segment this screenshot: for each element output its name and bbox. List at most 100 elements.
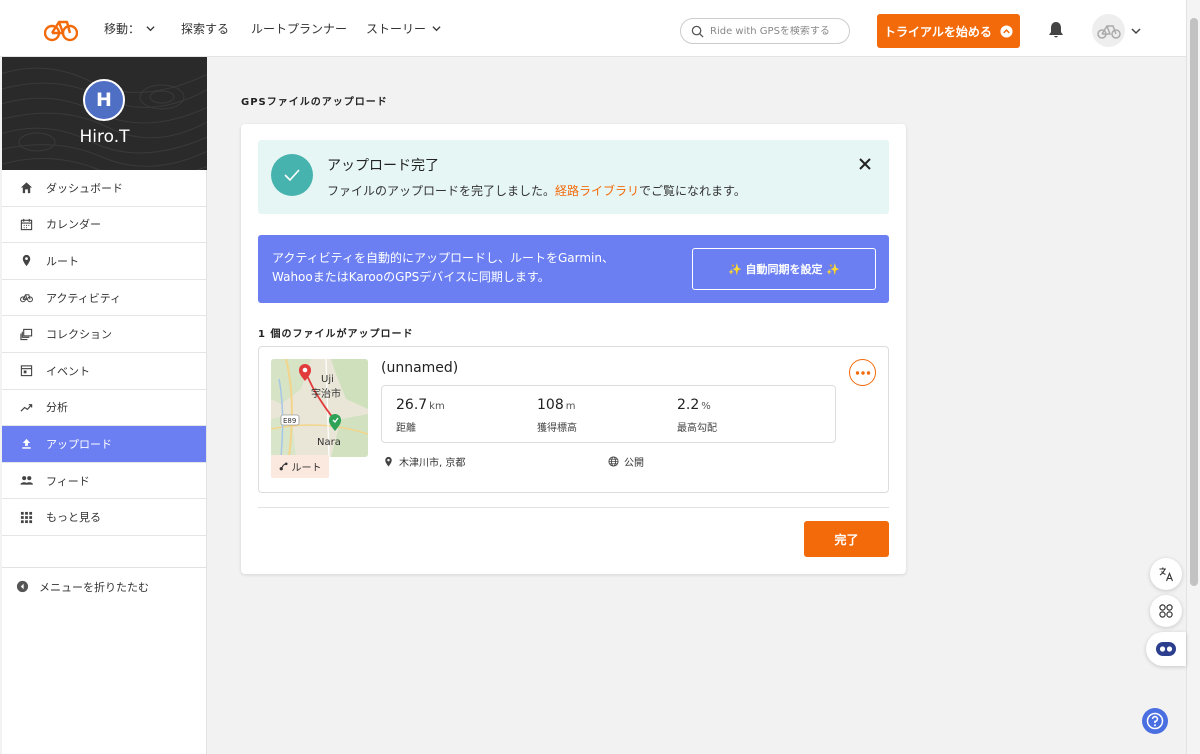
more-dots-icon xyxy=(855,370,870,375)
page-scrollbar[interactable] xyxy=(1186,0,1200,754)
apps-icon xyxy=(1159,604,1173,618)
chevron-down-icon xyxy=(432,26,441,32)
nav-stories-label: ストーリー xyxy=(366,22,427,36)
sidebar-item-upload[interactable]: アップロード xyxy=(2,426,206,463)
sidebar-item-feed[interactable]: フィード xyxy=(2,463,206,500)
page-title: GPSファイルのアップロード xyxy=(241,97,388,108)
search-input[interactable] xyxy=(710,25,845,37)
event-icon xyxy=(20,365,33,377)
divider xyxy=(258,507,889,508)
map-label-road: E89 xyxy=(283,417,296,425)
upload-card: アップロード完了 ファイルのアップロードを完了しました。経路ライブラリでご覧にな… xyxy=(241,124,906,574)
chevron-left-circle-icon xyxy=(16,580,29,593)
setup-auto-sync-button[interactable]: ✨ 自動同期を設定 ✨ xyxy=(692,248,876,290)
stat-grade-label: 最高勾配 xyxy=(677,423,717,434)
sidebar-item-more[interactable]: もっと見る xyxy=(2,499,206,536)
translate-button[interactable] xyxy=(1150,558,1182,590)
profile-avatar[interactable]: H xyxy=(83,79,125,121)
sidebar-item-label: フィード xyxy=(46,474,90,488)
sidebar-item-label: アップロード xyxy=(46,437,112,451)
upload-icon xyxy=(22,439,31,450)
upload-success-alert: アップロード完了 ファイルのアップロードを完了しました。経路ライブラリでご覧にな… xyxy=(258,140,889,214)
done-button[interactable]: 完了 xyxy=(804,521,889,557)
success-message-text-end: でご覧になれます。 xyxy=(639,184,746,198)
file-location-text: 木津川市, 京都 xyxy=(399,458,466,469)
user-avatar-menu[interactable] xyxy=(1092,14,1125,47)
route-type-tag: ルート xyxy=(271,455,329,478)
trend-icon xyxy=(20,403,33,412)
globe-icon xyxy=(608,456,619,467)
search-icon xyxy=(691,25,704,38)
file-visibility[interactable]: 公開 xyxy=(608,454,644,469)
search-box[interactable] xyxy=(680,18,850,44)
sidebar-item-dashboard[interactable]: ダッシュボード xyxy=(2,170,206,207)
stat-elevation-value: 108 xyxy=(537,397,564,413)
file-name[interactable]: (unnamed) xyxy=(381,360,458,376)
file-visibility-text: 公開 xyxy=(624,458,644,469)
success-title: アップロード完了 xyxy=(327,158,439,174)
success-message: ファイルのアップロードを完了しました。経路ライブラリでご覧になれます。 xyxy=(327,182,746,199)
route-icon xyxy=(279,462,288,471)
bell-icon[interactable] xyxy=(1046,20,1066,40)
success-message-text: ファイルのアップロードを完了しました。 xyxy=(327,184,556,198)
profile-header: H Hiro.T xyxy=(2,57,207,170)
route-map-thumbnail[interactable]: Uji 宇治市 E89 Nara xyxy=(271,359,368,457)
nav-explore[interactable]: 探索する xyxy=(181,0,229,57)
stat-distance-label: 距離 xyxy=(396,423,416,434)
sidebar-item-calendar[interactable]: カレンダー xyxy=(2,207,206,244)
promo-text-line: アクティビティを自動的にアップロードし、ルートをGarmin、 xyxy=(272,251,614,265)
sidebar-item-routes[interactable]: ルート xyxy=(2,243,206,280)
sidebar-item-events[interactable]: イベント xyxy=(2,353,206,390)
start-trial-label: トライアルを始める xyxy=(884,24,992,39)
stat-grade-value: 2.2 xyxy=(677,397,700,413)
map-label-nara: Nara xyxy=(317,437,341,448)
sidebar-item-label: ダッシュボード xyxy=(46,181,123,195)
map-label-uji-jp: 宇治市 xyxy=(311,387,341,400)
calendar-icon xyxy=(20,218,33,231)
top-navigation-bar: 移動： 探索する ルートプランナー ストーリー トライアルを始める xyxy=(0,0,1186,57)
map-preview: Uji 宇治市 E89 Nara xyxy=(271,359,368,457)
stat-distance-value: 26.7 xyxy=(396,397,428,413)
bike-icon xyxy=(20,294,33,303)
collapse-menu-button[interactable]: メニューを折りたたむ xyxy=(2,567,207,605)
apps-button[interactable] xyxy=(1150,595,1182,627)
sidebar-item-label: アクティビティ xyxy=(46,291,122,305)
collapse-menu-label: メニューを折りたたむ xyxy=(39,580,149,594)
stat-grade-unit: % xyxy=(701,401,711,412)
route-library-link[interactable]: 経路ライブラリ xyxy=(555,184,639,198)
profile-name[interactable]: Hiro.T xyxy=(2,127,207,147)
sidebar-item-collections[interactable]: コレクション xyxy=(2,316,206,353)
rwgps-logo-icon[interactable] xyxy=(44,16,78,42)
close-icon[interactable] xyxy=(857,156,873,172)
start-trial-button[interactable]: トライアルを始める xyxy=(877,14,1020,48)
nav-route-planner-label: ルートプランナー xyxy=(251,22,348,36)
more-options-button[interactable] xyxy=(849,359,876,386)
auto-sync-promo: アクティビティを自動的にアップロードし、ルートをGarmin、 Wahooまたは… xyxy=(258,235,889,303)
people-icon xyxy=(20,476,33,485)
scrollbar-thumb[interactable] xyxy=(1190,18,1198,586)
assistant-bot-button[interactable] xyxy=(1146,632,1186,666)
help-button[interactable] xyxy=(1142,708,1168,734)
map-pin-icon xyxy=(385,456,392,467)
nav-stories[interactable]: ストーリー xyxy=(366,0,441,57)
bot-face-icon xyxy=(1156,642,1176,656)
chevron-down-icon xyxy=(146,26,155,32)
stat-elevation-label: 獲得標高 xyxy=(537,423,577,434)
nav-route-planner[interactable]: ルートプランナー xyxy=(251,0,347,57)
stat-elevation-gain: 108 m 獲得標高 xyxy=(537,394,577,434)
sidebar-item-activities[interactable]: アクティビティ xyxy=(2,280,206,317)
nav-explore-label: 探索する xyxy=(181,22,230,36)
sidebar-item-label: もっと見る xyxy=(46,511,101,525)
map-label-uji: Uji xyxy=(321,374,334,385)
uploaded-file-item: Uji 宇治市 E89 Nara ルート (unnamed) 26.7 km 距… xyxy=(258,346,889,493)
nav-move[interactable]: 移動： xyxy=(104,0,155,57)
sidebar-item-label: イベント xyxy=(46,364,90,378)
chevron-down-icon[interactable] xyxy=(1131,26,1141,36)
sidebar-item-analysis[interactable]: 分析 xyxy=(2,390,206,427)
sidebar: H Hiro.T ダッシュボード カレンダー ルート アクティビティ コレクショ… xyxy=(2,57,207,754)
sidebar-item-label: カレンダー xyxy=(46,218,101,232)
stat-max-grade: 2.2% 最高勾配 xyxy=(677,394,717,434)
chevron-up-circle-icon xyxy=(1000,24,1013,38)
grid-icon xyxy=(20,511,33,523)
uploaded-files-count: 1 個のファイルがアップロード xyxy=(258,329,414,340)
